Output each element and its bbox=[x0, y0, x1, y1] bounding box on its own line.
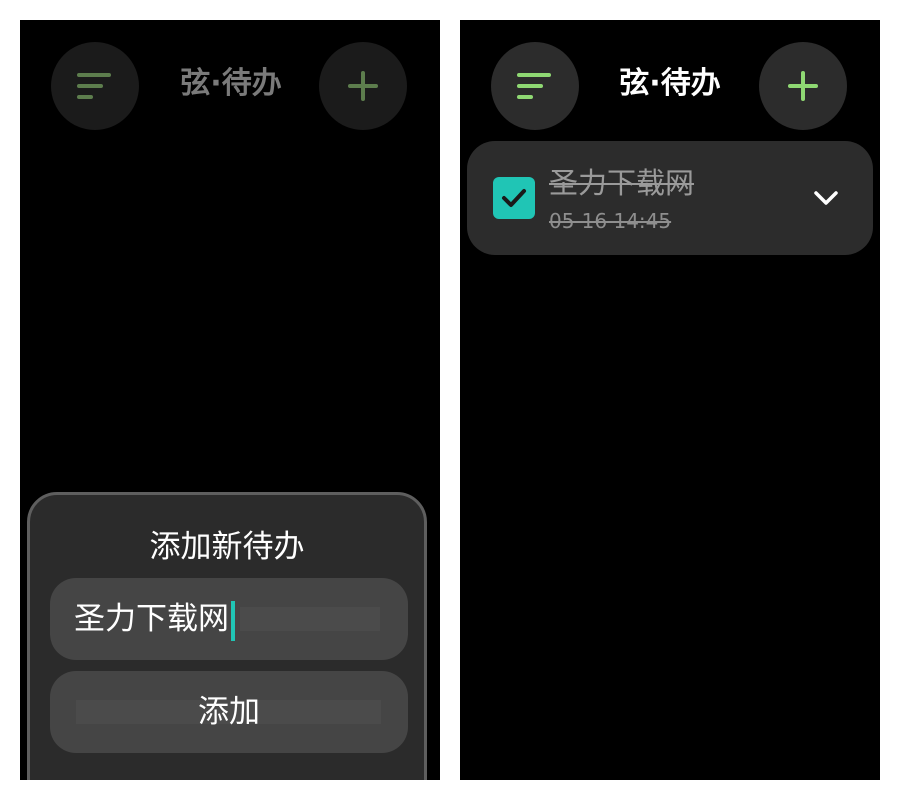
sort-lines-icon bbox=[517, 73, 551, 99]
todo-text-input-value: 圣力下载网 bbox=[74, 598, 235, 641]
text-caret bbox=[231, 600, 235, 641]
plus-icon bbox=[788, 71, 818, 101]
app-title: 弦·待办 bbox=[619, 66, 721, 101]
add-submit-label: 添加 bbox=[198, 694, 260, 730]
todo-checkbox[interactable] bbox=[493, 177, 535, 219]
add-button[interactable] bbox=[319, 42, 407, 130]
expand-button[interactable] bbox=[807, 179, 845, 217]
todo-timestamp: 05-16 14:45 bbox=[549, 209, 672, 233]
input-value-text: 圣力下载网 bbox=[74, 601, 229, 637]
todo-item[interactable]: 圣力下载网 05-16 14:45 bbox=[467, 141, 873, 255]
add-todo-sheet: 添加新待办 圣力下载网 添加 bbox=[27, 492, 427, 780]
add-submit-button[interactable]: 添加 bbox=[50, 671, 408, 753]
input-underlay bbox=[240, 607, 380, 631]
todo-text-input[interactable]: 圣力下载网 bbox=[50, 578, 408, 660]
menu-button[interactable] bbox=[491, 42, 579, 130]
add-button[interactable] bbox=[759, 42, 847, 130]
sheet-title: 添加新待办 bbox=[149, 529, 305, 565]
menu-button[interactable] bbox=[51, 42, 139, 130]
plus-icon bbox=[348, 71, 378, 101]
todo-title: 圣力下载网 bbox=[549, 166, 695, 200]
todo-list-screen: 弦·待办 圣力下载网 05-16 14:45 bbox=[460, 20, 880, 780]
chevron-down-icon bbox=[814, 191, 838, 205]
checkmark-icon bbox=[502, 189, 526, 207]
sort-lines-icon bbox=[77, 73, 111, 99]
add-todo-screen: 弦·待办 添加新待办 圣力下载网 添加 bbox=[20, 20, 440, 780]
app-title: 弦·待办 bbox=[180, 66, 282, 101]
